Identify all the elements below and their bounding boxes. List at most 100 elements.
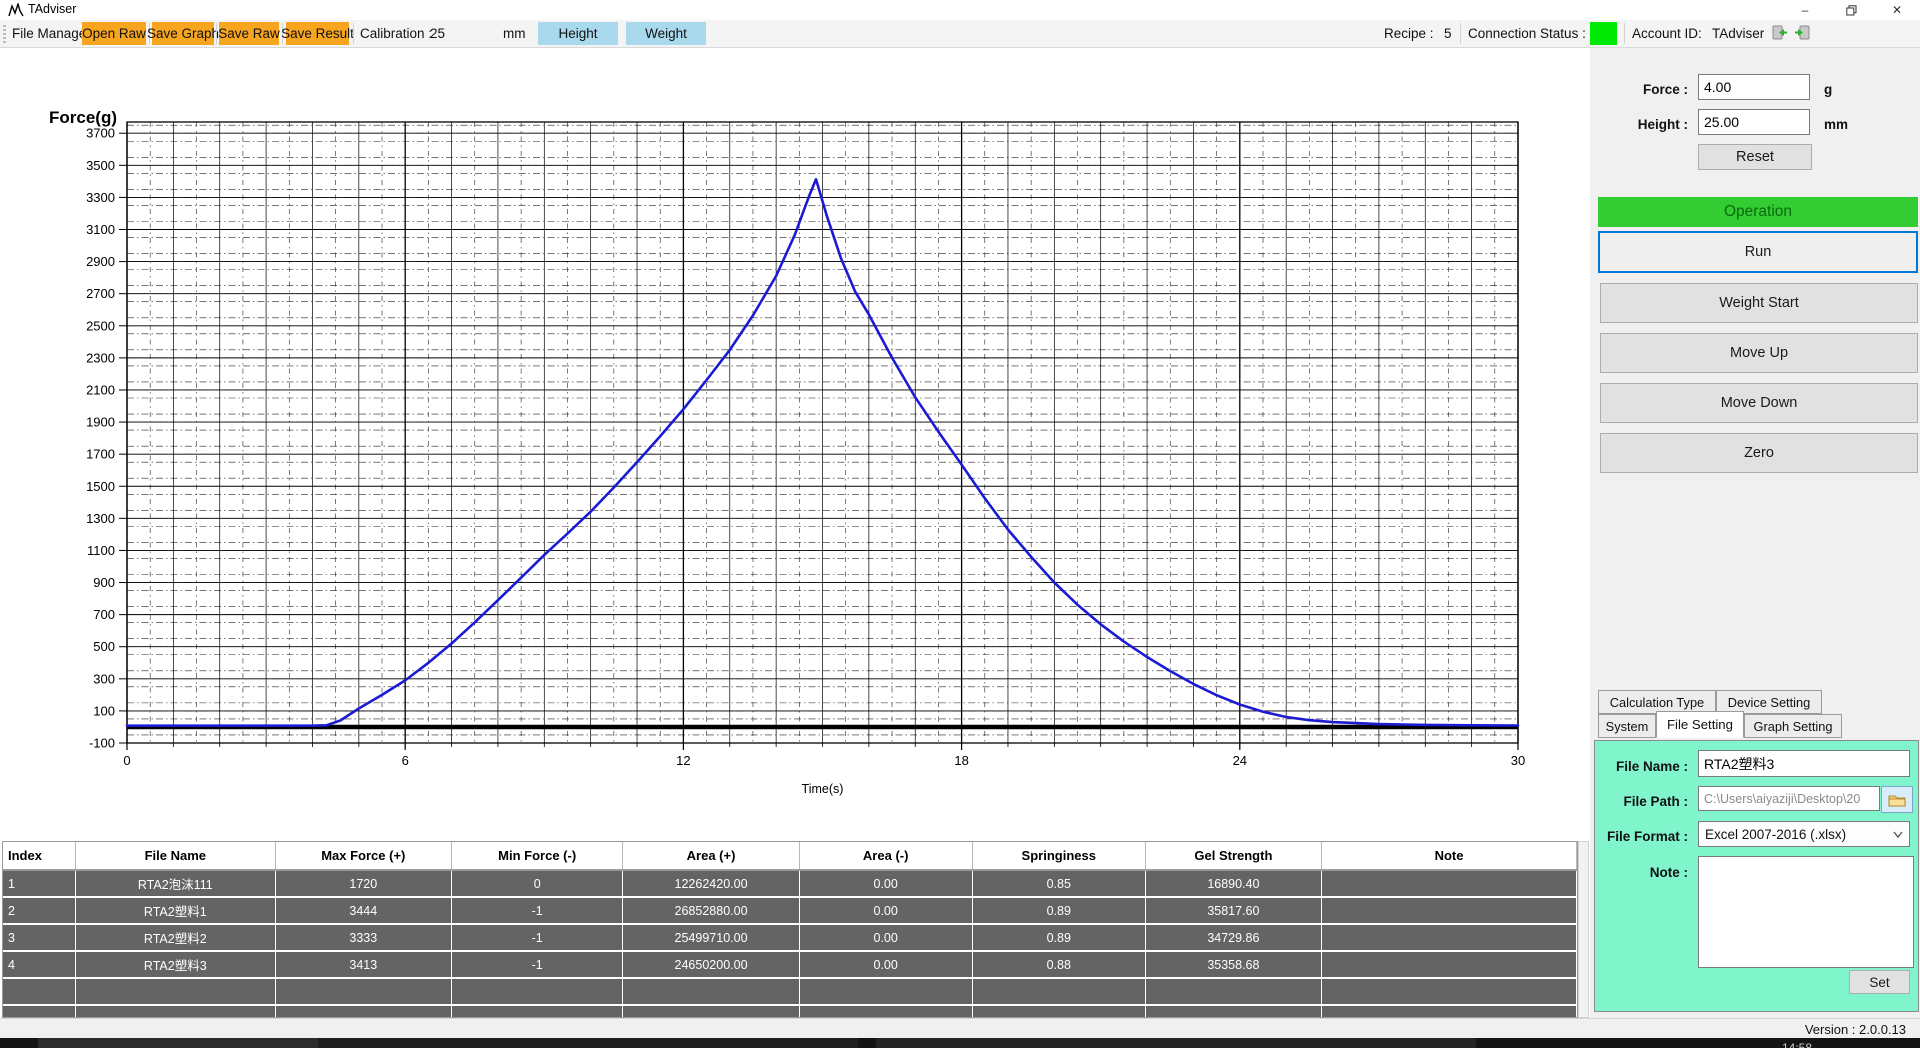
account-id-value: TAdviser <box>1712 26 1764 41</box>
table-row[interactable]: 3RTA2塑料23333-125499710.000.000.8934729.8… <box>3 924 1577 951</box>
column-header[interactable]: Min Force (-) <box>451 842 623 870</box>
table-cell: 26852880.00 <box>623 897 799 924</box>
table-cell: 35358.68 <box>1145 951 1321 978</box>
table-cell: -1 <box>451 951 623 978</box>
table-row[interactable]: 1RTA2泡沫1111720012262420.000.000.8516890.… <box>3 870 1577 897</box>
column-header[interactable]: File Name <box>75 842 275 870</box>
svg-text:12: 12 <box>676 753 690 768</box>
height-label: Height : <box>1598 117 1688 132</box>
minimize-button[interactable]: – <box>1782 0 1828 20</box>
force-input[interactable] <box>1698 74 1810 100</box>
weight-mode-button[interactable]: Weight <box>626 22 706 45</box>
table-cell: 3333 <box>275 924 451 951</box>
column-header[interactable]: Gel Strength <box>1145 842 1321 870</box>
svg-text:1500: 1500 <box>86 479 115 494</box>
svg-text:500: 500 <box>93 639 115 654</box>
table-row[interactable] <box>3 978 1577 1005</box>
table-cell: 35817.60 <box>1145 897 1321 924</box>
set-button[interactable]: Set <box>1849 970 1910 994</box>
table-cell <box>1322 978 1577 1005</box>
svg-text:2900: 2900 <box>86 254 115 269</box>
save-graph-button[interactable]: Save Graph <box>152 22 214 45</box>
svg-text:2300: 2300 <box>86 350 115 365</box>
column-header[interactable]: Area (-) <box>799 842 972 870</box>
svg-text:1300: 1300 <box>86 511 115 526</box>
calibration-unit: mm <box>503 26 526 41</box>
table-cell: RTA2塑料3 <box>75 951 275 978</box>
table-cell: 12262420.00 <box>623 870 799 897</box>
move-up-button[interactable]: Move Up <box>1600 333 1918 373</box>
svg-text:0: 0 <box>123 753 130 768</box>
svg-text:2500: 2500 <box>86 318 115 333</box>
note-textarea[interactable] <box>1698 856 1914 968</box>
table-row[interactable]: 2RTA2塑料13444-126852880.000.000.8935817.6… <box>3 897 1577 924</box>
svg-text:2700: 2700 <box>86 286 115 301</box>
table-scrollbar[interactable] <box>1578 841 1589 1018</box>
svg-text:2100: 2100 <box>86 382 115 397</box>
close-button[interactable]: ✕ <box>1874 0 1920 20</box>
separator <box>1460 23 1461 44</box>
file-name-input[interactable] <box>1698 750 1910 777</box>
table-cell: 1720 <box>275 870 451 897</box>
zero-button[interactable]: Zero <box>1600 433 1918 473</box>
calibration-value[interactable]: 25 <box>430 26 445 41</box>
table-row[interactable] <box>3 1005 1577 1018</box>
column-header[interactable]: Area (+) <box>623 842 799 870</box>
table-cell: 3444 <box>275 897 451 924</box>
tab-graph-setting[interactable]: Graph Setting <box>1744 714 1842 738</box>
run-button[interactable]: Run <box>1598 231 1918 273</box>
column-header[interactable]: Note <box>1322 842 1577 870</box>
maximize-button[interactable] <box>1828 0 1874 20</box>
status-bar: Version : 2.0.0.13 <box>0 1018 1920 1038</box>
file-path-input[interactable] <box>1698 786 1880 811</box>
svg-text:900: 900 <box>93 575 115 590</box>
table-cell: RTA2泡沫111 <box>75 870 275 897</box>
save-raw-button[interactable]: Save Raw <box>219 22 279 45</box>
table-cell <box>799 978 972 1005</box>
toolbar-grip <box>3 25 6 43</box>
svg-text:18: 18 <box>954 753 968 768</box>
file-format-value: Excel 2007-2016 (.xlsx) <box>1705 827 1846 842</box>
column-header[interactable]: Max Force (+) <box>275 842 451 870</box>
table-row[interactable]: 4RTA2塑料33413-124650200.000.000.8835358.6… <box>3 951 1577 978</box>
tab-system[interactable]: System <box>1598 714 1656 738</box>
table-cell <box>451 1005 623 1018</box>
taskbar: 14:58 <box>0 1038 1920 1048</box>
table-cell <box>451 978 623 1005</box>
svg-text:1900: 1900 <box>86 415 115 430</box>
svg-text:24: 24 <box>1233 753 1247 768</box>
tab-file-setting[interactable]: File Setting <box>1656 711 1744 738</box>
table-cell: 16890.40 <box>1145 870 1321 897</box>
svg-text:3100: 3100 <box>86 222 115 237</box>
weight-start-button[interactable]: Weight Start <box>1600 283 1918 323</box>
table-cell: 0 <box>451 870 623 897</box>
table-cell <box>75 978 275 1005</box>
reset-button[interactable]: Reset <box>1698 144 1812 170</box>
folder-icon <box>1888 793 1906 807</box>
svg-text:-100: -100 <box>89 736 115 751</box>
svg-text:3500: 3500 <box>86 158 115 173</box>
table-cell: 0.89 <box>972 924 1145 951</box>
sign-out-icon[interactable] <box>1794 25 1810 40</box>
taskbar-clock: 14:58 <box>1782 1041 1812 1048</box>
save-result-button[interactable]: Save Result <box>286 22 349 45</box>
column-header[interactable]: Index <box>3 842 75 870</box>
file-format-select[interactable]: Excel 2007-2016 (.xlsx) <box>1698 821 1910 847</box>
height-mode-button[interactable]: Height <box>538 22 618 45</box>
version-label: Version : 2.0.0.13 <box>1805 1022 1906 1037</box>
move-down-button[interactable]: Move Down <box>1600 383 1918 423</box>
connection-status-label: Connection Status : <box>1468 26 1586 41</box>
column-header[interactable]: Springiness <box>972 842 1145 870</box>
svg-text:1100: 1100 <box>87 543 115 558</box>
svg-text:Time(s): Time(s) <box>802 782 844 796</box>
table-cell <box>275 978 451 1005</box>
note-label: Note : <box>1622 865 1688 880</box>
height-input[interactable] <box>1698 109 1810 135</box>
calibration-label: Calibration : <box>360 26 432 41</box>
sign-in-icon[interactable] <box>1772 25 1788 40</box>
force-unit: g <box>1824 82 1832 97</box>
table-cell <box>1322 870 1577 897</box>
svg-text:300: 300 <box>93 671 115 686</box>
open-raw-button[interactable]: Open Raw <box>82 22 146 45</box>
browse-folder-button[interactable] <box>1881 786 1913 813</box>
